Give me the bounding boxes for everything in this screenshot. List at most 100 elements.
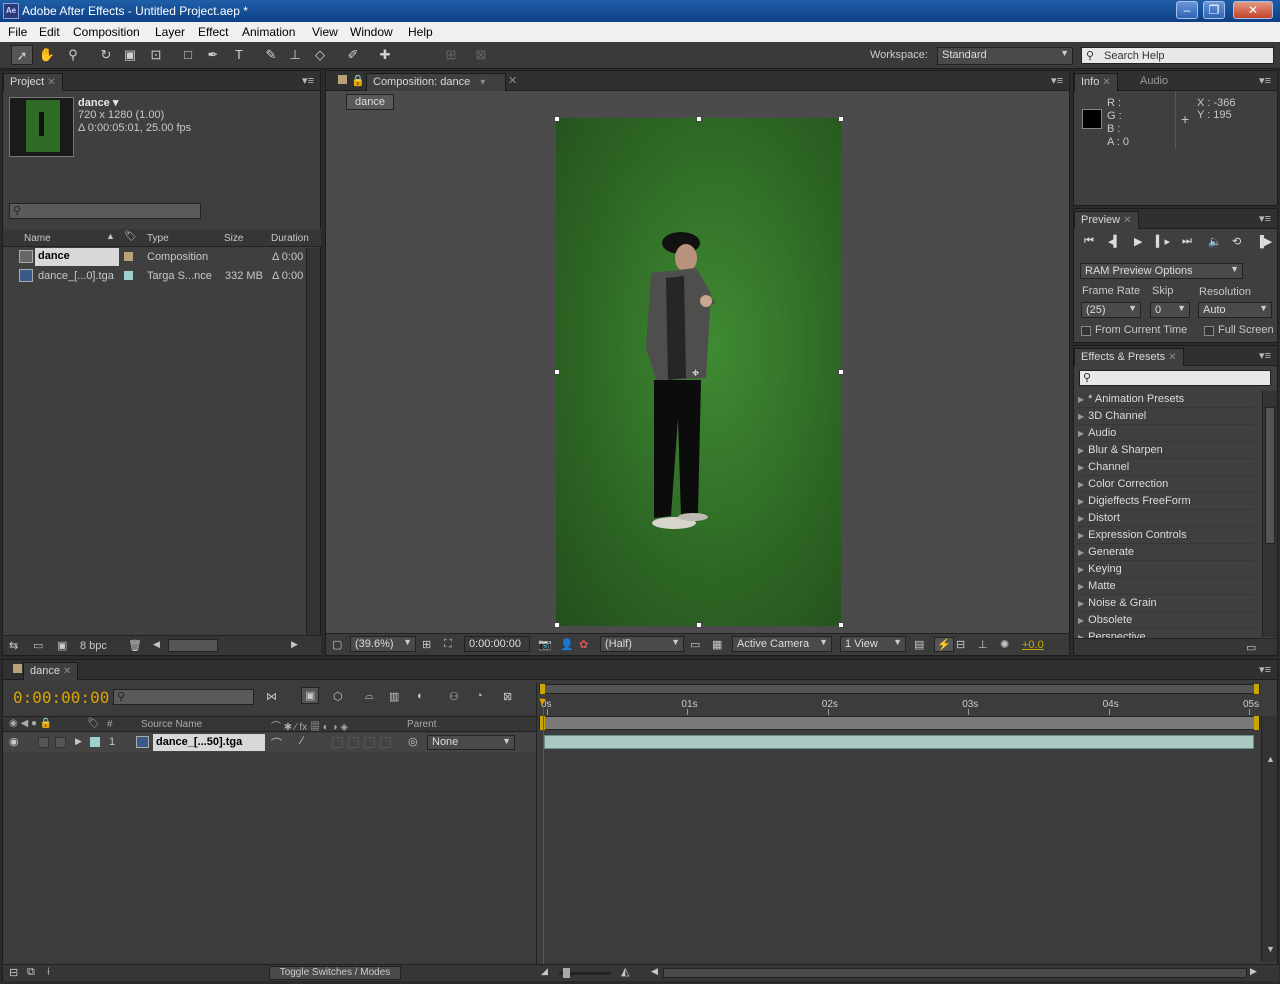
zoom-in-icon[interactable]: ◭ [621,965,629,978]
expand-triangle-icon[interactable]: ▶ [1078,582,1084,591]
comp-mini-flowchart-icon[interactable]: ⋈ [266,690,277,703]
parent-header[interactable]: Parent [407,719,436,730]
frame-blend-switch[interactable] [348,737,359,748]
item-name[interactable]: dance [35,248,119,266]
channel-icon[interactable]: ✿ [579,638,588,651]
brush-tool-icon[interactable]: ✎ [260,45,282,65]
puppet-pin-tool-icon[interactable]: ✚ [374,45,396,65]
expand-triangle-icon[interactable]: ▶ [1078,616,1084,625]
col-size[interactable]: Size [224,233,243,244]
text-tool-icon[interactable]: T [228,45,250,65]
effect-category[interactable]: ▶ Distort [1078,510,1254,527]
3d-layer-switch[interactable] [380,737,391,748]
view-layout-dropdown[interactable]: 1 View ▼ [840,636,906,652]
pick-whip-icon[interactable]: ◎ [408,735,418,748]
reset-exposure-icon[interactable]: ✺ [1000,638,1009,651]
effects-search-input[interactable]: ⚲ [1079,370,1271,386]
expand-triangle-icon[interactable]: ▶ [1078,565,1084,574]
project-row-footage[interactable]: dance_[...0].tga Targa S...nce 332 MB Δ … [3,267,307,285]
zoom-out-icon[interactable]: ◢ [541,966,548,977]
always-preview-icon[interactable]: ▢ [332,638,342,651]
maximize-button[interactable]: ❐ [1203,1,1225,19]
source-name-header[interactable]: Source Name [141,719,202,730]
next-frame-icon[interactable]: ▍▸ [1156,235,1170,248]
flowchart-icon[interactable]: ⊥ [978,638,988,651]
motion-blur-switch[interactable] [364,737,375,748]
expand-triangle-icon[interactable]: ▶ [1078,480,1084,489]
new-folder-icon[interactable]: ▭ [33,639,43,652]
toggle-switches-modes-button[interactable]: Toggle Switches / Modes [269,966,401,980]
draft-3d-icon[interactable]: ⬡ [333,690,343,703]
camera-dropdown[interactable]: Active Camera ▼ [732,636,832,652]
search-help-input[interactable]: ⚲ Search Help [1081,47,1274,64]
frame-rate-dropdown[interactable]: (25) ▼ [1081,302,1141,318]
eraser-tool-icon[interactable]: ◇ [309,45,331,65]
in-out-icon[interactable]: ⟊ [47,966,50,979]
interpret-footage-icon[interactable]: ⇆ [9,639,18,652]
audio-icon[interactable]: 🔈 [1208,235,1222,248]
effect-category[interactable]: ▶ Blur & Sharpen [1078,442,1254,459]
scroll-right-icon[interactable]: ▶ [291,639,298,650]
comp-breadcrumb[interactable]: dance [346,94,394,110]
expand-triangle-icon[interactable]: ▶ [1078,497,1084,506]
layer-switches-icon[interactable]: ⊟ [9,966,18,979]
effect-category[interactable]: ▶ Digieffects FreeForm [1078,493,1254,510]
world-axis-icon[interactable]: ⊠ [470,45,492,65]
effect-switch[interactable] [332,737,343,748]
brainstorm-icon[interactable]: ⚇ [449,690,459,703]
show-snapshot-icon[interactable]: 👤 [560,638,574,651]
panel-menu-icon[interactable]: ▾≡ [1259,349,1271,362]
close-button[interactable]: ✕ [1233,1,1273,19]
video-visibility-icon[interactable]: ◉ [9,735,19,748]
tab-audio[interactable]: Audio [1134,73,1174,91]
panel-menu-icon[interactable]: ▾≡ [1259,74,1271,87]
clone-stamp-tool-icon[interactable]: ⊥ [284,45,306,65]
anchor-point-icon[interactable]: ⌖ [692,365,699,381]
handle[interactable] [554,116,560,122]
quality-switch-icon[interactable]: ∕ [301,735,303,747]
workspace-dropdown[interactable]: Standard ▼ [937,47,1073,65]
lock-toggle[interactable] [55,737,66,748]
menu-layer[interactable]: Layer [155,25,185,39]
handle[interactable] [838,622,844,628]
panel-menu-icon[interactable]: ▾≡ [1259,212,1271,225]
panel-menu-icon[interactable]: ▾≡ [1259,663,1271,676]
solo-toggle[interactable] [38,737,49,748]
menu-view[interactable]: View [312,25,338,39]
mask-visibility-icon[interactable]: ⛶ [444,638,452,651]
timeline-current-time[interactable]: 0:00:00:00 [13,688,109,707]
effect-category[interactable]: ▶ Audio [1078,425,1254,442]
expand-triangle-icon[interactable]: ▶ [1078,446,1084,455]
expand-triangle-icon[interactable]: ▶ [1078,395,1084,404]
skip-dropdown[interactable]: 0 ▼ [1150,302,1190,318]
handle[interactable] [838,369,844,375]
layer-label-swatch[interactable] [90,737,100,747]
timeline-v-scrollbar[interactable]: ▲ ▼ [1261,716,1277,962]
menu-edit[interactable]: Edit [39,25,60,39]
handle[interactable] [696,116,702,122]
expand-triangle-icon[interactable]: ▶ [1078,412,1084,421]
play-icon[interactable]: ▶ [1134,235,1142,248]
axis-mode-icon[interactable]: ⊞ [440,45,462,65]
scroll-right-icon[interactable]: ▶ [1250,966,1257,977]
menu-composition[interactable]: Composition [73,25,140,39]
previous-frame-icon[interactable]: ◂▍ [1108,235,1122,248]
timeline-h-scrollbar[interactable] [663,968,1247,978]
tab-info[interactable]: Info ✕ [1074,73,1118,91]
expand-triangle-icon[interactable]: ▶ [1078,514,1084,523]
trash-icon[interactable]: 🗑 [128,639,142,652]
layer-name[interactable]: dance_[...50].tga [153,734,265,751]
from-current-time-checkbox[interactable] [1081,326,1091,336]
playhead-icon[interactable]: ▼ [537,696,551,710]
tab-preview[interactable]: Preview ✕ [1074,211,1139,229]
project-search-input[interactable]: ⚲ [9,203,201,219]
label-color-swatch[interactable] [124,271,133,280]
effect-category[interactable]: ▶ Channel [1078,459,1254,476]
first-frame-icon[interactable]: ⏮ [1084,235,1094,248]
hide-shy-layers-icon[interactable]: ⌓ [365,690,374,703]
menu-file[interactable]: File [8,25,27,39]
scroll-thumb[interactable] [1265,407,1275,544]
effect-category[interactable]: ▶ Obsolete [1078,612,1254,629]
layer-row[interactable]: ◉ ▶ 1 dance_[...50].tga ⌒ ∕ ◎ None ▼ [3,733,536,752]
last-frame-icon[interactable]: ⏭ [1182,235,1192,248]
